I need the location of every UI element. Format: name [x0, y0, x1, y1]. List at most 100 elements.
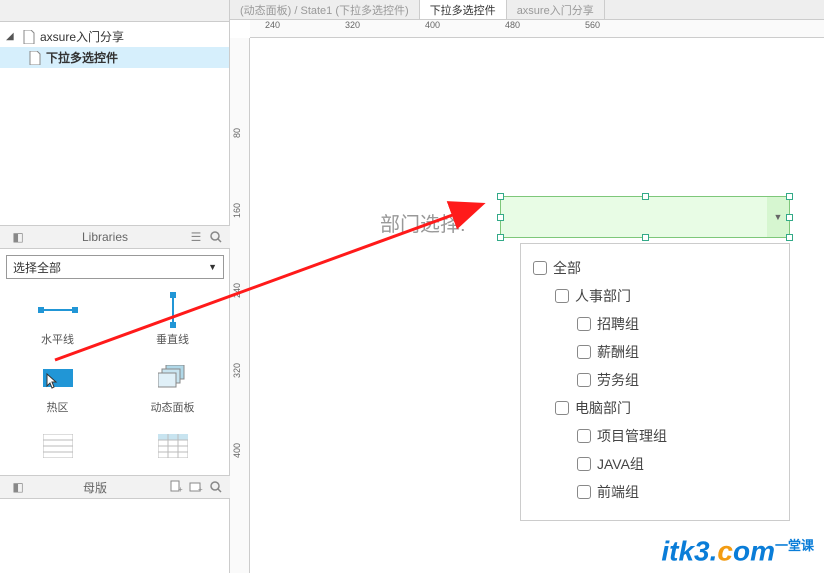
canvas-tabs: (动态面板) / State1 (下拉多选控件) 下拉多选控件 axsure入门…: [230, 0, 824, 20]
tree-child-label: 下拉多选控件: [46, 49, 118, 66]
tab-state[interactable]: (动态面板) / State1 (下拉多选控件): [230, 0, 420, 19]
checkbox-icon[interactable]: [577, 345, 591, 359]
checkbox-icon[interactable]: [533, 261, 547, 275]
checkbox-icon[interactable]: [577, 373, 591, 387]
watermark-c: c: [717, 535, 733, 566]
dd-item-hr[interactable]: 人事部门: [533, 282, 777, 310]
checkbox-icon[interactable]: [577, 485, 591, 499]
search-icon[interactable]: [208, 479, 224, 495]
dd-item-labor[interactable]: 劳务组: [533, 366, 777, 394]
vline-preview: [153, 295, 193, 325]
library-select-label: 选择全部: [13, 259, 61, 276]
collapse-icon[interactable]: ◧: [10, 229, 26, 245]
dd-label: 前端组: [597, 482, 639, 502]
page-icon: [22, 30, 36, 44]
masters-title: 母版: [26, 479, 164, 496]
dept-select-label: 部门选择:: [380, 208, 466, 237]
dd-label: 薪酬组: [597, 342, 639, 362]
dd-label: 全部: [553, 258, 581, 278]
widget-dynamic-panel[interactable]: 动态面板: [115, 357, 230, 425]
resize-handle[interactable]: [642, 234, 649, 241]
ruler-tick: 160: [232, 203, 242, 218]
page-icon: [28, 51, 42, 65]
libraries-panel: ◧ Libraries ☰ 选择全部 ▼ 水平线 垂直线: [0, 225, 230, 475]
dd-label: JAVA组: [597, 454, 644, 474]
widget-vline[interactable]: 垂直线: [115, 289, 230, 357]
watermark-om: om: [733, 535, 775, 566]
ruler-tick: 560: [585, 20, 600, 30]
menu-icon[interactable]: ☰: [188, 229, 204, 245]
dd-item-salary[interactable]: 薪酬组: [533, 338, 777, 366]
watermark-logo: itk3.com一堂课: [661, 535, 814, 567]
checkbox-icon[interactable]: [577, 317, 591, 331]
dd-label: 劳务组: [597, 370, 639, 390]
watermark-brand: itk3: [661, 535, 709, 566]
widget-label: 动态面板: [151, 399, 195, 415]
dd-item-recruit[interactable]: 招聘组: [533, 310, 777, 338]
checkbox-icon[interactable]: [555, 401, 569, 415]
widget-table1[interactable]: [0, 425, 115, 471]
tab-page[interactable]: 下拉多选控件: [420, 0, 507, 19]
canvas-inner[interactable]: 部门选择: ▼ 全部 人事部门 招聘组 薪酬组 劳务组 电脑部门 项目管理组 J…: [250, 38, 824, 573]
widget-hline[interactable]: 水平线: [0, 289, 115, 357]
ruler-horizontal: 240 320 400 480 560: [250, 20, 824, 38]
masters-header: ◧ 母版 + +: [0, 475, 230, 499]
hotspot-preview: [38, 363, 78, 393]
resize-handle[interactable]: [497, 214, 504, 221]
pages-header: [0, 0, 229, 22]
pages-tree: ◢ axsure入门分享 下拉多选控件: [0, 22, 229, 72]
ruler-tick: 240: [232, 283, 242, 298]
libraries-header: ◧ Libraries ☰: [0, 225, 230, 249]
dd-item-it[interactable]: 电脑部门: [533, 394, 777, 422]
dd-label: 人事部门: [575, 286, 631, 306]
table2-preview: [153, 431, 193, 461]
watermark-sub: 一堂课: [775, 538, 814, 553]
widget-grid: 水平线 垂直线 热区 动态面板: [0, 285, 230, 475]
dynpanel-preview: [153, 363, 193, 393]
resize-handle[interactable]: [786, 234, 793, 241]
tree-child[interactable]: 下拉多选控件: [0, 47, 229, 68]
canvas-area: (动态面板) / State1 (下拉多选控件) 下拉多选控件 axsure入门…: [230, 0, 824, 573]
resize-handle[interactable]: [497, 234, 504, 241]
ruler-tick: 80: [232, 128, 242, 138]
library-select[interactable]: 选择全部 ▼: [6, 255, 224, 279]
checkbox-icon[interactable]: [577, 457, 591, 471]
dd-item-java[interactable]: JAVA组: [533, 450, 777, 478]
ruler-tick: 320: [345, 20, 360, 30]
widget-label: 热区: [47, 399, 69, 415]
ruler-tick: 400: [232, 443, 242, 458]
dd-item-pm[interactable]: 项目管理组: [533, 422, 777, 450]
dd-item-all[interactable]: 全部: [533, 254, 777, 282]
checkbox-icon[interactable]: [555, 289, 569, 303]
masters-panel: ◧ 母版 + +: [0, 475, 230, 499]
ruler-tick: 240: [265, 20, 280, 30]
resize-handle[interactable]: [786, 193, 793, 200]
add-page-icon[interactable]: +: [168, 479, 184, 495]
ruler-vertical: 80 160 240 320 400: [230, 38, 250, 573]
dd-label: 电脑部门: [575, 398, 631, 418]
dd-label: 项目管理组: [597, 426, 667, 446]
tree-toggle-icon[interactable]: ◢: [6, 31, 18, 42]
widget-hotspot[interactable]: 热区: [0, 357, 115, 425]
search-icon[interactable]: [208, 229, 224, 245]
add-folder-icon[interactable]: +: [188, 479, 204, 495]
widget-label: 水平线: [41, 331, 74, 347]
ruler-tick: 320: [232, 363, 242, 378]
widget-table2[interactable]: [115, 425, 230, 471]
tab-root[interactable]: axsure入门分享: [507, 0, 605, 19]
resize-handle[interactable]: [497, 193, 504, 200]
resize-handle[interactable]: [786, 214, 793, 221]
ruler-tick: 400: [425, 20, 440, 30]
tree-root[interactable]: ◢ axsure入门分享: [0, 26, 229, 47]
collapse-icon[interactable]: ◧: [10, 479, 26, 495]
checkbox-icon[interactable]: [577, 429, 591, 443]
dd-item-frontend[interactable]: 前端组: [533, 478, 777, 506]
libraries-title: Libraries: [26, 230, 184, 244]
ruler-tick: 480: [505, 20, 520, 30]
resize-handle[interactable]: [642, 193, 649, 200]
hline-preview: [38, 295, 78, 325]
table-preview: [38, 431, 78, 461]
left-panel: ◢ axsure入门分享 下拉多选控件 ◧ Libraries ☰ 选择全部 ▼: [0, 0, 230, 573]
selected-hotspot[interactable]: ▼: [500, 196, 790, 238]
widget-label: 垂直线: [156, 331, 189, 347]
